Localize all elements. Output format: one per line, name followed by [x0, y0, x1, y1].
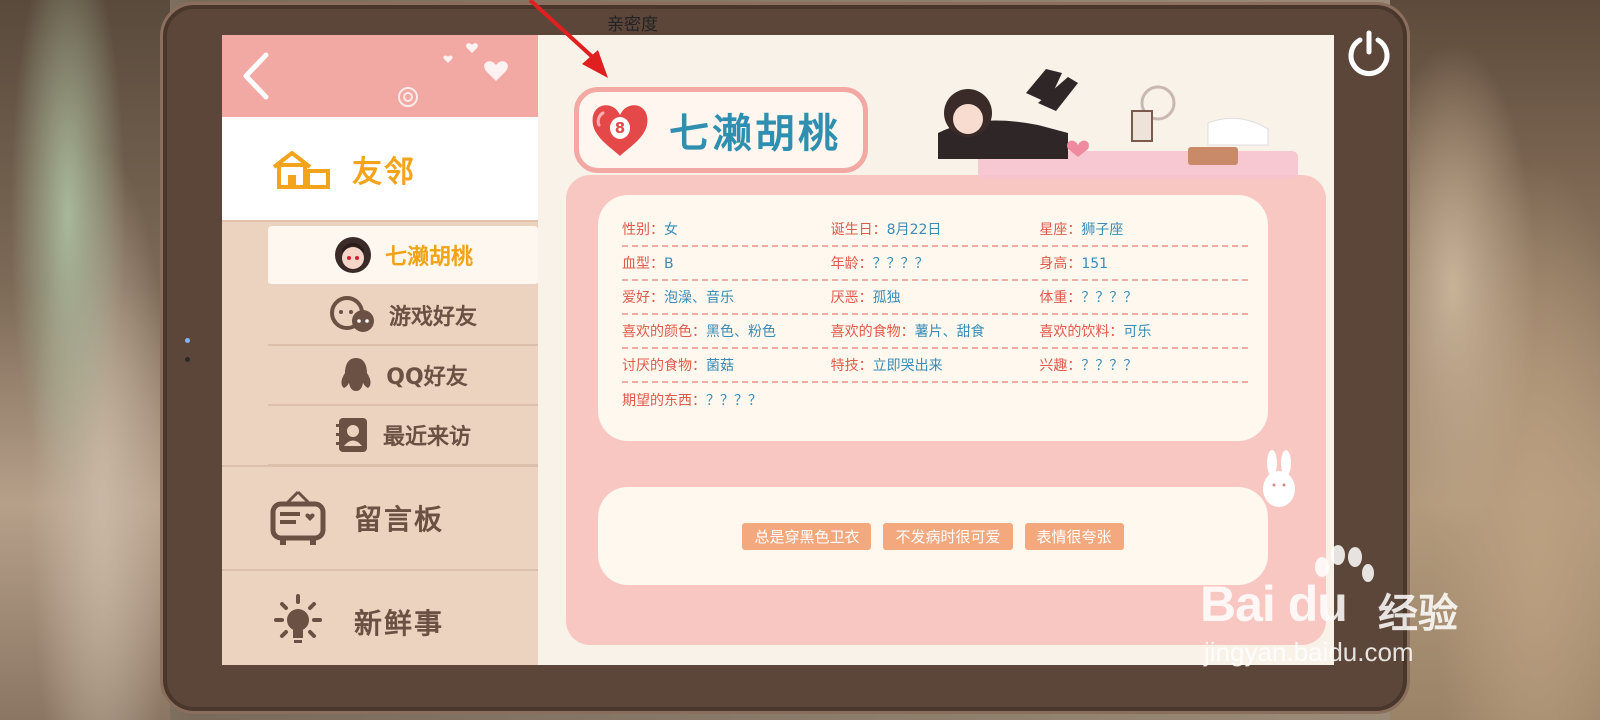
character-illustration — [938, 69, 1298, 179]
watermark-url: jingyan.baidu.com — [1204, 637, 1414, 667]
swirl-decoration-icon — [398, 87, 418, 107]
info-row: 性别：女 诞生日：8月22日 星座：狮子座 — [622, 213, 1248, 247]
house-icon — [272, 150, 330, 189]
annotation-arrow-icon — [528, 0, 608, 78]
info-age: 年龄：？？？？ — [830, 256, 929, 272]
chevron-left-icon — [243, 52, 269, 100]
game-screen: 友邻 七濑胡桃 游戏好友 QQ好友 最近来访 留言板 新鲜事 8 七濑胡桃 性别… — [222, 35, 1334, 665]
character-tag: 总是穿黑色卫衣 — [742, 522, 872, 550]
nav-neighbors[interactable]: 友邻 — [222, 117, 538, 222]
sub-item-label: QQ好友 — [386, 365, 468, 390]
info-height: 身高：151 — [1039, 256, 1109, 272]
info-weight: 体重：？？？？ — [1039, 290, 1138, 306]
nav-message-board-label: 留言板 — [354, 503, 445, 536]
character-avatar-icon — [334, 237, 371, 273]
character-name-tag: 8 七濑胡桃 — [574, 87, 868, 173]
sub-item-label: 最近来访 — [382, 425, 471, 450]
sub-item-label: 游戏好友 — [388, 305, 477, 330]
watermark-logo: Bai du — [1200, 576, 1348, 632]
info-gender: 性别：女 — [622, 222, 678, 238]
character-name: 七濑胡桃 — [669, 111, 841, 157]
intimacy-annotation: 亲密度 — [607, 15, 658, 35]
neighbors-sub-list: 七濑胡桃 游戏好友 QQ好友 最近来访 — [268, 222, 538, 466]
info-wished-item: 期望的东西：？？？？ — [622, 393, 762, 409]
profile-info-card: 性别：女 诞生日：8月22日 星座：狮子座 血型：B 年龄：？？？？ 身高：15… — [598, 195, 1268, 441]
character-tag: 不发病时很可爱 — [883, 522, 1013, 550]
info-blood-type: 血型：B — [622, 256, 674, 272]
info-row: 喜欢的颜色：黑色、粉色 喜欢的食物：薯片、甜食 喜欢的饮料：可乐 — [622, 315, 1248, 349]
penguin-icon — [341, 358, 371, 391]
info-favorite-food: 喜欢的食物：薯片、甜食 — [830, 324, 985, 340]
info-birthday: 诞生日：8月22日 — [830, 222, 942, 238]
sub-item-label: 七濑胡桃 — [384, 245, 473, 270]
chat-faces-icon — [329, 296, 374, 332]
sidebar-header — [222, 35, 538, 117]
sub-item-game-friends[interactable]: 游戏好友 — [268, 286, 538, 346]
sub-item-qq-friends[interactable]: QQ好友 — [268, 346, 538, 406]
back-button[interactable] — [236, 49, 276, 103]
info-row: 血型：B 年龄：？？？？ 身高：151 — [622, 247, 1248, 281]
nav-news[interactable]: 新鲜事 — [222, 569, 538, 665]
message-board-icon — [270, 490, 326, 545]
contact-book-icon — [335, 418, 367, 452]
nav-neighbors-label: 友邻 — [352, 154, 416, 190]
baidu-watermark: Bai du 经验 jingyan.baidu.com — [1200, 545, 1500, 675]
intimacy-badge: 8 — [589, 101, 651, 159]
side-indicator-dots — [185, 338, 193, 368]
info-favorite-drink: 喜欢的饮料：可乐 — [1039, 324, 1152, 340]
info-row: 爱好：泡澡、音乐 厌恶：孤独 体重：？？？？ — [622, 281, 1248, 315]
info-interest: 兴趣：？？？？ — [1039, 358, 1138, 374]
character-tags-card: 总是穿黑色卫衣 不发病时很可爱 表情很夸张 — [598, 487, 1268, 585]
sub-item-nanase-kurumi[interactable]: 七濑胡桃 — [268, 226, 538, 286]
power-icon — [1348, 30, 1390, 77]
info-dislike: 厌恶：孤独 — [830, 290, 901, 306]
info-favorite-color: 喜欢的颜色：黑色、粉色 — [622, 324, 776, 340]
info-hobby: 爱好：泡澡、音乐 — [622, 290, 734, 306]
info-row: 期望的东西：？？？？ — [622, 383, 1248, 417]
lightbulb-icon — [274, 594, 322, 643]
character-tag: 表情很夸张 — [1024, 522, 1124, 550]
info-row: 讨厌的食物：菌菇 特技：立即哭出来 兴趣：？？？？ — [622, 349, 1248, 383]
info-special-skill: 特技：立即哭出来 — [830, 358, 943, 374]
watermark-title: 经验 — [1378, 591, 1458, 637]
intimacy-level: 8 — [610, 117, 630, 139]
nav-news-label: 新鲜事 — [354, 607, 445, 640]
nav-message-board[interactable]: 留言板 — [222, 465, 538, 569]
profile-info-grid: 性别：女 诞生日：8月22日 星座：狮子座 血型：B 年龄：？？？？ 身高：15… — [622, 213, 1248, 417]
power-button[interactable] — [1340, 24, 1398, 82]
info-constellation: 星座：狮子座 — [1039, 222, 1124, 238]
sub-item-recent-visitors[interactable]: 最近来访 — [268, 406, 538, 466]
background-left — [0, 0, 170, 720]
sidebar: 友邻 七濑胡桃 游戏好友 QQ好友 最近来访 留言板 新鲜事 — [222, 35, 538, 665]
info-disliked-food: 讨厌的食物：菌菇 — [622, 358, 734, 374]
